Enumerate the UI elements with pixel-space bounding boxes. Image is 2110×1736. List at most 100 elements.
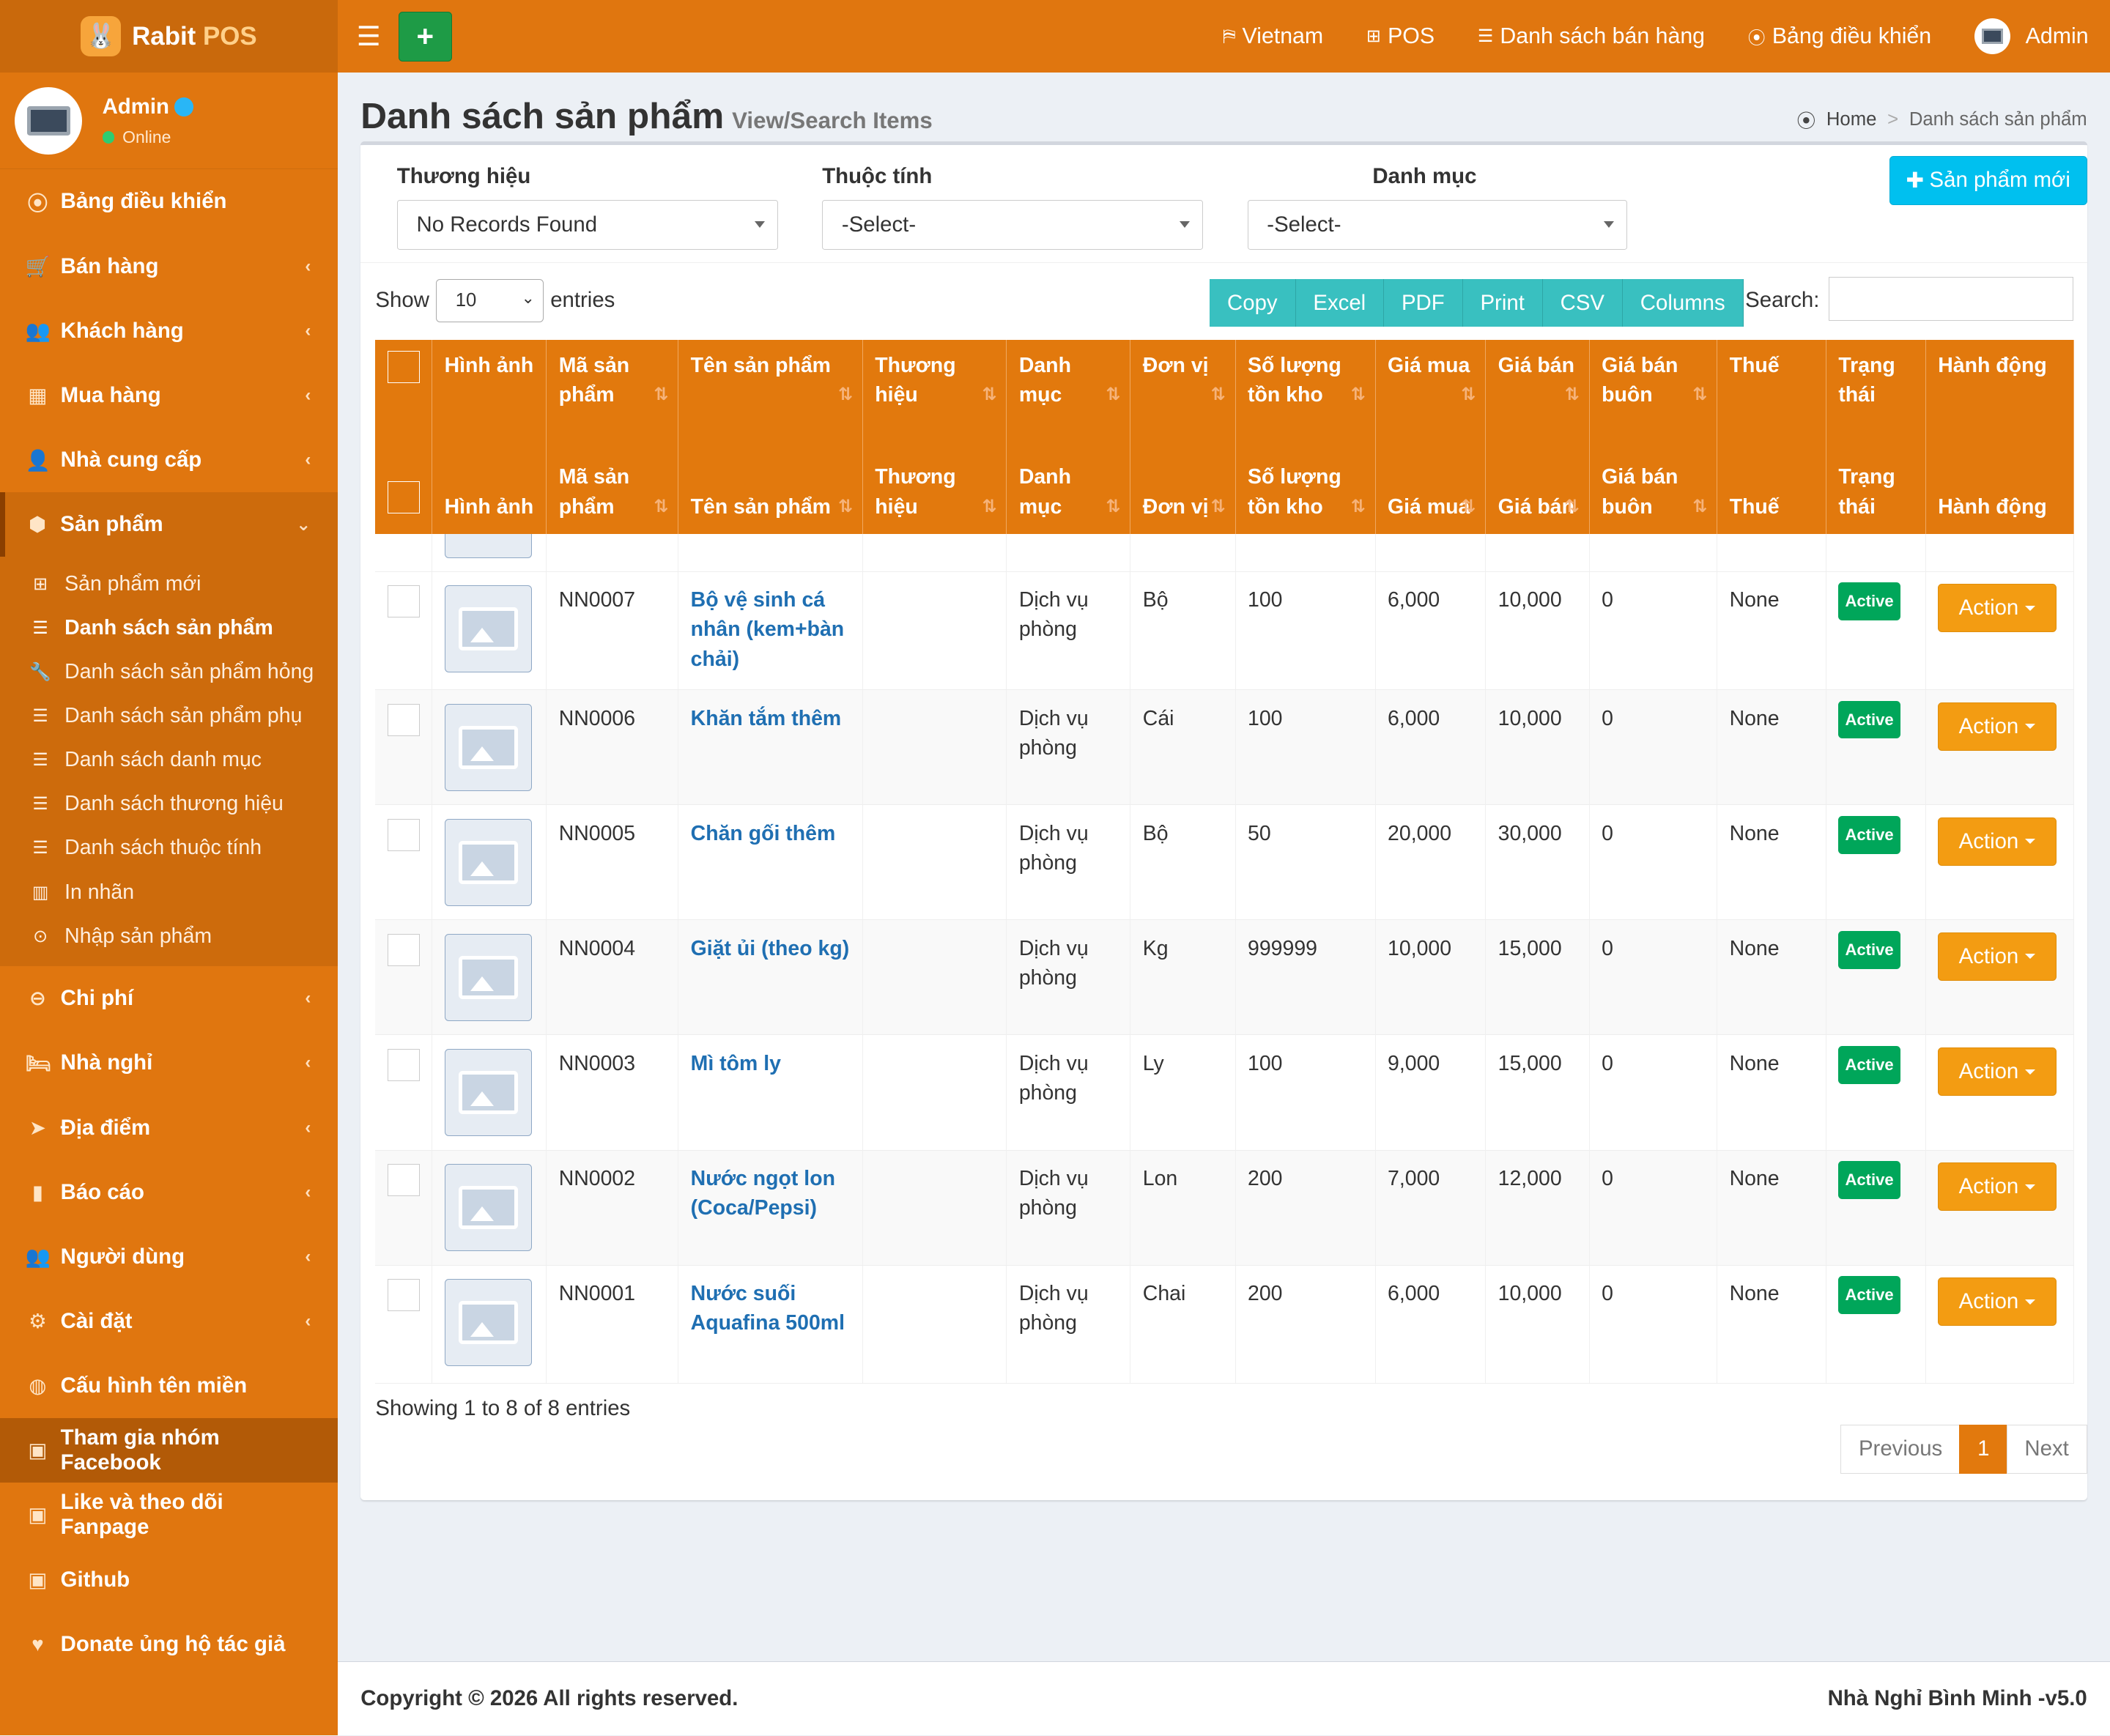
column-header-don-vi[interactable]: Đơn vị ⇅ [1130, 340, 1236, 423]
submenu-item-nhap-san-pham[interactable]: ⊙ Nhập sản phẩm [0, 914, 338, 958]
column-header-danh-muc[interactable]: Danh mục ⇅ [1006, 340, 1131, 423]
brand-logo[interactable]: 🐰 Rabit POS [0, 0, 338, 73]
sidebar-item-mua-hang[interactable]: ▦ Mua hàng ‹ [0, 363, 338, 428]
excel-button[interactable]: Excel [1295, 279, 1385, 327]
page-length-select[interactable]: 10 ⌄ [436, 279, 544, 323]
column-header-thuong-hieu[interactable]: Thương hiệu ⇅ [862, 340, 1007, 423]
product-name-link[interactable]: Khăn tắm thêm [691, 707, 842, 730]
pos-link[interactable]: ⊞ POS [1366, 24, 1435, 49]
action-dropdown-button[interactable]: Action [1938, 932, 2057, 981]
user-menu[interactable]: Admin [1974, 18, 2089, 55]
product-name-link[interactable]: Nước ngọt lon (Coca/Pepsi) [691, 1167, 835, 1220]
submenu-item-danh-sach-san-pham-hong[interactable]: 🔧 Danh sách sản phẩm hỏng [0, 650, 338, 694]
sidebar-item-bao-cao[interactable]: ▮ Báo cáo ‹ [0, 1160, 338, 1225]
product-category: Dịch vụ phòng [1006, 571, 1131, 691]
sales-list-link[interactable]: ☰ Danh sách bán hàng [1478, 24, 1705, 49]
column-header-gia-ban-buon[interactable]: Giá bán buôn ⇅ [1589, 340, 1718, 423]
print-button[interactable]: Print [1462, 279, 1543, 327]
action-dropdown-button[interactable]: Action [1938, 1047, 2057, 1097]
sidebar-item-github[interactable]: ▣ Github [0, 1548, 338, 1612]
sidebar-item-chi-phi[interactable]: ⊖ Chi phí ‹ [0, 966, 338, 1031]
row-checkbox[interactable] [387, 1048, 421, 1081]
column-header-ma-san-pham[interactable]: Mã sản phẩm ⇅ [546, 422, 679, 534]
attribute-filter-select[interactable]: -Select- [822, 200, 1203, 251]
submenu-item-danh-sach-san-pham-phu[interactable]: ☰ Danh sách sản phẩm phụ [0, 694, 338, 738]
column-header-danh-muc[interactable]: Danh mục ⇅ [1006, 422, 1131, 534]
csv-button[interactable]: CSV [1542, 279, 1623, 327]
breadcrumb-home[interactable]: Home [1826, 109, 1877, 130]
copy-button[interactable]: Copy [1210, 279, 1296, 327]
column-header-so-luong-ton-kho[interactable]: Số lượng tồn kho ⇅ [1235, 422, 1376, 534]
submenu-item-danh-sach-danh-muc[interactable]: ☰ Danh sách danh mục [0, 738, 338, 782]
product-name-link[interactable]: Nước suối Aquafina 500ml [691, 1282, 845, 1335]
product-name-link[interactable]: Giặt ủi (theo kg) [691, 937, 850, 960]
sidebar-item-tham-gia-nhom-facebook[interactable]: ▣ Tham gia nhóm Facebook [0, 1418, 338, 1483]
action-dropdown-button[interactable]: Action [1938, 584, 2057, 633]
row-checkbox[interactable] [387, 585, 421, 617]
column-header-ten-san-pham[interactable]: Tên sản phẩm ⇅ [678, 340, 863, 423]
column-header-don-vi[interactable]: Đơn vị ⇅ [1130, 422, 1236, 534]
action-dropdown-button[interactable]: Action [1938, 1277, 2057, 1327]
submenu-item-in-nhan[interactable]: ▥ In nhãn [0, 870, 338, 914]
sidebar-item-dia-diem[interactable]: ➤ Địa điểm ‹ [0, 1095, 338, 1160]
product-name-link[interactable]: Mì tôm ly [691, 1052, 781, 1075]
select-all-checkbox[interactable] [387, 481, 421, 513]
column-header-thue[interactable]: Thuế [1717, 422, 1826, 534]
sidebar-item-nha-cung-cap[interactable]: 👤 Nhà cung cấp ‹ [0, 428, 338, 492]
sort-icon: ⇅ [1210, 496, 1226, 516]
columns-button[interactable]: Columns [1622, 279, 1744, 327]
submenu-item-san-pham-moi[interactable]: ⊞ Sản phẩm mới [0, 563, 338, 607]
sidebar-item-donate-ung-ho-tac-gia[interactable]: ♥ Donate ủng hộ tác giả [0, 1612, 338, 1677]
row-checkbox[interactable] [387, 1163, 421, 1196]
column-header-gia-ban[interactable]: Giá bán ⇅ [1485, 340, 1590, 423]
new-product-button[interactable]: ✚ Sản phẩm mới [1889, 155, 2087, 206]
submenu-item-danh-sach-thuoc-tinh[interactable]: ☰ Danh sách thuộc tính [0, 826, 338, 870]
row-checkbox[interactable] [387, 1278, 421, 1312]
sort-icon: ⇅ [1106, 385, 1121, 405]
column-header-gia-ban[interactable]: Giá bán ⇅ [1485, 422, 1590, 534]
product-name-link[interactable]: Bộ vệ sinh cá nhân (kem+bàn chải) [691, 588, 845, 671]
previous-page-button[interactable]: Previous [1840, 1424, 1961, 1475]
column-header-ten-san-pham[interactable]: Tên sản phẩm ⇅ [678, 422, 863, 534]
thumbnail-image [444, 1048, 532, 1137]
language-switch[interactable]: ⛿ Vietnam [1223, 24, 1323, 49]
next-page-button[interactable]: Next [2006, 1424, 2087, 1475]
column-header-so-luong-ton-kho[interactable]: Số lượng tồn kho ⇅ [1235, 340, 1376, 423]
product-brand [862, 689, 1007, 806]
action-dropdown-button[interactable]: Action [1938, 702, 2057, 751]
sidebar-item-cai-dat[interactable]: ⚙ Cài đặt ‹ [0, 1289, 338, 1354]
brand-filter-select[interactable]: No Records Found [396, 200, 778, 251]
column-header-thue[interactable]: Thuế [1717, 340, 1826, 423]
action-dropdown-button[interactable]: Action [1938, 817, 2057, 866]
select-all-checkbox[interactable] [387, 350, 421, 383]
sidebar-item-khach-hang[interactable]: 👥 Khách hàng ‹ [0, 299, 338, 363]
sidebar-item-bang-dieu-khien[interactable]: ⦿ Bảng điều khiển [0, 169, 338, 234]
submenu-item-danh-sach-san-pham[interactable]: ☰ Danh sách sản phẩm [0, 607, 338, 650]
sidebar-item-ban-hang[interactable]: 🛒 Bán hàng ‹ [0, 234, 338, 299]
column-header-gia-ban-buon[interactable]: Giá bán buôn ⇅ [1589, 422, 1718, 534]
brand-suffix: POS [203, 21, 257, 51]
product-name-link[interactable]: Chăn gối thêm [691, 822, 836, 845]
sidebar-item-nha-nghi[interactable]: 🛏 Nhà nghỉ ‹ [0, 1031, 338, 1095]
action-dropdown-button[interactable]: Action [1938, 1162, 2057, 1212]
sidebar-item-label: Tham gia nhóm Facebook [60, 1425, 220, 1475]
sidebar-item-nguoi-dung[interactable]: 👥 Người dùng ‹ [0, 1225, 338, 1289]
quick-add-button[interactable]: + [398, 11, 453, 62]
search-input[interactable] [1829, 276, 2074, 322]
column-header-gia-mua[interactable]: Giá mua ⇅ [1375, 340, 1487, 423]
sidebar-item-san-pham[interactable]: ⬢ Sản phẩm ⌄ [0, 492, 338, 557]
category-filter-select[interactable]: -Select- [1247, 200, 1627, 251]
sidebar-item-like-va-theo-doi-fanpage[interactable]: ▣ Like và theo dõi Fanpage [0, 1483, 338, 1547]
row-checkbox[interactable] [387, 703, 421, 736]
hamburger-menu-icon[interactable]: ☰ [357, 21, 384, 52]
column-header-ma-san-pham[interactable]: Mã sản phẩm ⇅ [546, 340, 679, 423]
row-checkbox[interactable] [387, 933, 421, 966]
page-1-button[interactable]: 1 [1959, 1424, 2008, 1475]
dashboard-link[interactable]: ⦿ Bảng điều khiển [1748, 23, 1931, 49]
submenu-item-danh-sach-thuong-hieu[interactable]: ☰ Danh sách thương hiệu [0, 782, 338, 826]
column-header-gia-mua[interactable]: Giá mua ⇅ [1375, 422, 1487, 534]
column-header-thuong-hieu[interactable]: Thương hiệu ⇅ [862, 422, 1007, 534]
sidebar-item-cau-hinh-ten-mien[interactable]: ◍ Cấu hình tên miền [0, 1354, 338, 1418]
pdf-button[interactable]: PDF [1384, 279, 1463, 327]
row-checkbox[interactable] [387, 818, 421, 851]
